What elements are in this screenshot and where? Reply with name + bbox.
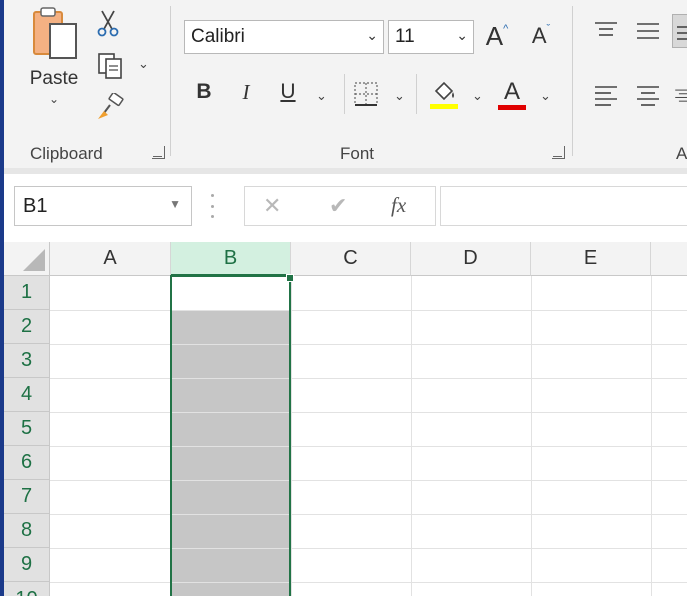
alignment-group-label: A bbox=[676, 144, 687, 163]
format-painter-button[interactable] bbox=[94, 92, 128, 122]
row-header-9[interactable]: 9 bbox=[4, 548, 50, 582]
grow-font-icon: A bbox=[485, 20, 504, 51]
column-header-a[interactable]: A bbox=[50, 242, 171, 276]
paintbrush-icon bbox=[98, 93, 124, 119]
top-align-button[interactable] bbox=[590, 16, 622, 46]
row-header-10[interactable]: 10 bbox=[4, 582, 50, 596]
font-dialog-launcher-icon[interactable] bbox=[552, 146, 565, 159]
row-header-4[interactable]: 4 bbox=[4, 378, 50, 412]
row-header-1[interactable]: 1 bbox=[4, 276, 50, 310]
align-center-button[interactable] bbox=[632, 80, 664, 110]
clipboard-dialog-launcher-icon[interactable] bbox=[152, 146, 165, 159]
gridline bbox=[50, 480, 687, 481]
column-header-b[interactable]: B bbox=[171, 242, 291, 276]
align-left-button[interactable] bbox=[590, 80, 622, 110]
chevron-down-icon: ▼ bbox=[169, 197, 181, 211]
paste-button[interactable]: Paste ⌄ bbox=[22, 6, 86, 116]
font-size-combo[interactable]: 11 ⌄ bbox=[388, 20, 474, 54]
font-size-value: 11 bbox=[395, 26, 415, 47]
row-header-7[interactable]: 7 bbox=[4, 480, 50, 514]
gridline bbox=[50, 514, 687, 515]
formula-bar: B1 ▼ ✕ ✔ fx bbox=[4, 174, 687, 243]
font-color-icon: A bbox=[503, 77, 520, 105]
font-subdivider bbox=[344, 74, 345, 114]
gridline bbox=[50, 378, 687, 379]
gridline bbox=[50, 412, 687, 413]
chevron-down-icon: ⌄ bbox=[366, 27, 378, 43]
gridline bbox=[50, 446, 687, 447]
font-group-label: Font bbox=[340, 144, 375, 163]
group-divider bbox=[170, 6, 171, 156]
clipboard-icon bbox=[33, 7, 77, 59]
row-header-8[interactable]: 8 bbox=[4, 514, 50, 548]
scissors-icon bbox=[97, 10, 119, 37]
gridline bbox=[50, 582, 687, 583]
column-header-e[interactable]: E bbox=[531, 242, 651, 276]
group-divider bbox=[572, 6, 573, 156]
underline-options-chevron-icon[interactable]: ⌄ bbox=[316, 88, 327, 104]
align-right-icon bbox=[675, 89, 687, 102]
copy-options-chevron-icon[interactable]: ⌄ bbox=[138, 56, 149, 72]
borders-icon bbox=[354, 82, 378, 106]
middle-align-button[interactable] bbox=[632, 16, 664, 46]
ribbon: Paste ⌄ ⌄ Clipboard Calibri ⌄ 11 ⌄ A ^ A… bbox=[4, 0, 687, 168]
borders-options-chevron-icon[interactable]: ⌄ bbox=[394, 88, 405, 104]
paint-bucket-icon bbox=[434, 81, 454, 101]
increase-font-size-button[interactable]: A ^ bbox=[480, 16, 514, 56]
column-header-f[interactable] bbox=[651, 242, 687, 276]
gridline bbox=[50, 344, 687, 345]
row-header-5[interactable]: 5 bbox=[4, 412, 50, 446]
copy-button[interactable] bbox=[94, 50, 128, 82]
clipboard-group-label: Clipboard bbox=[30, 144, 103, 163]
enter-entry-icon[interactable]: ✔ bbox=[329, 193, 347, 219]
align-right-button[interactable] bbox=[674, 80, 687, 110]
paste-label: Paste bbox=[29, 68, 79, 89]
column-header-d[interactable]: D bbox=[411, 242, 531, 276]
align-middle-icon bbox=[637, 23, 659, 39]
underline-button[interactable]: U bbox=[276, 80, 300, 104]
column-header-c[interactable]: C bbox=[291, 242, 411, 276]
name-box[interactable]: B1 ▼ bbox=[14, 186, 192, 226]
align-top-icon bbox=[595, 22, 617, 36]
worksheet-grid: A B C D E 1 2 3 4 5 6 7 8 9 10 bbox=[4, 242, 687, 596]
bottom-align-button[interactable] bbox=[672, 14, 687, 48]
font-name-value: Calibri bbox=[191, 26, 245, 47]
name-box-value: B1 bbox=[23, 195, 48, 217]
font-color-options-chevron-icon[interactable]: ⌄ bbox=[540, 88, 551, 104]
cancel-entry-icon[interactable]: ✕ bbox=[263, 193, 281, 219]
align-center-icon bbox=[637, 86, 659, 106]
gridline bbox=[50, 548, 687, 549]
gridline bbox=[50, 310, 687, 311]
align-bottom-icon bbox=[677, 26, 687, 40]
decrease-font-size-button[interactable]: A ˇ bbox=[524, 16, 558, 56]
row-header-6[interactable]: 6 bbox=[4, 446, 50, 480]
selection-border bbox=[170, 275, 291, 596]
caret-down-icon: ˇ bbox=[546, 23, 551, 35]
row-header-2[interactable]: 2 bbox=[4, 310, 50, 344]
cut-button[interactable] bbox=[94, 8, 122, 38]
fill-color-options-chevron-icon[interactable]: ⌄ bbox=[472, 88, 483, 104]
fill-color-button[interactable] bbox=[428, 76, 460, 112]
font-color-button[interactable]: A bbox=[496, 76, 528, 112]
chevron-down-icon: ⌄ bbox=[48, 92, 60, 106]
formula-bar-grip-icon[interactable] bbox=[210, 194, 214, 218]
formula-input[interactable] bbox=[440, 186, 687, 226]
font-subdivider bbox=[416, 74, 417, 114]
italic-button[interactable]: I bbox=[234, 80, 258, 105]
shrink-font-icon: A bbox=[531, 23, 547, 48]
fill-color-swatch bbox=[430, 104, 458, 109]
caret-up-icon: ^ bbox=[503, 23, 509, 35]
borders-button[interactable] bbox=[350, 78, 382, 110]
formula-buttons: ✕ ✔ fx bbox=[244, 186, 436, 226]
chevron-down-icon: ⌄ bbox=[456, 27, 468, 43]
insert-function-button[interactable]: fx bbox=[391, 193, 406, 218]
select-all-button[interactable] bbox=[4, 242, 50, 276]
font-color-swatch bbox=[498, 104, 526, 110]
align-left-icon bbox=[595, 86, 617, 106]
copy-icon bbox=[98, 53, 122, 79]
bold-button[interactable]: B bbox=[192, 80, 216, 104]
font-name-combo[interactable]: Calibri ⌄ bbox=[184, 20, 384, 54]
row-header-3[interactable]: 3 bbox=[4, 344, 50, 378]
fill-handle[interactable] bbox=[286, 274, 294, 282]
